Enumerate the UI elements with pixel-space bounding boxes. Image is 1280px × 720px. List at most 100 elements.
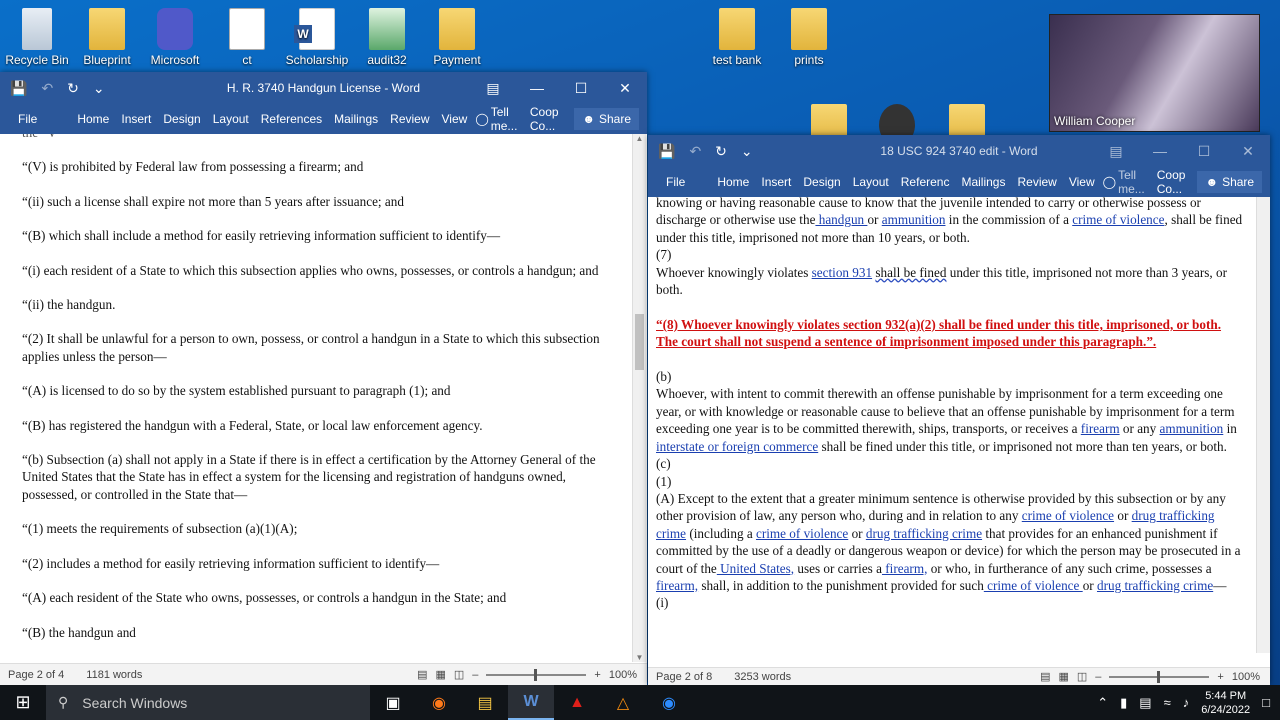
vertical-scrollbar[interactable] (1256, 197, 1270, 653)
redo-icon[interactable]: ↻ (67, 80, 79, 97)
notification-icon[interactable]: □ (1262, 695, 1270, 710)
zoom-level[interactable]: 100% (1232, 671, 1260, 683)
person-icon: ☻ (582, 112, 595, 126)
tab-file[interactable]: File (0, 112, 51, 126)
account-name[interactable]: Coop Co... (524, 105, 568, 133)
vertical-scrollbar[interactable]: ▲ ▼ (632, 134, 646, 662)
vlc-icon[interactable]: △ (600, 685, 646, 720)
desktop-icon[interactable]: Payment (420, 8, 494, 67)
title-bar[interactable]: 💾 ↶ ↻ ⌄ H. R. 3740 Handgun License - Wor… (0, 72, 647, 104)
tab-layout[interactable]: Layout (207, 112, 255, 126)
undo-icon[interactable]: ↶ (689, 143, 701, 160)
zoom-out-icon[interactable]: – (1095, 671, 1101, 683)
page-count[interactable]: Page 2 of 4 (8, 669, 64, 681)
account-name[interactable]: Coop Co... (1151, 168, 1192, 196)
tell-me-input[interactable]: Tell me... (1118, 168, 1151, 196)
tab-references[interactable]: References (255, 112, 328, 126)
search-icon: ⚲ (58, 694, 69, 710)
word-count[interactable]: 3253 words (734, 671, 791, 683)
word-count[interactable]: 1181 words (86, 669, 142, 681)
word-window-18-usc-924[interactable]: 💾 ↶ ↻ ⌄ 18 USC 924 3740 edit - Word ▤ — … (648, 135, 1270, 685)
acrobat-icon[interactable]: ▲ (554, 685, 600, 720)
doc-paragraph: “(1) meets the requirements of subsectio… (22, 521, 298, 537)
read-mode-icon[interactable]: ▤ (1040, 670, 1050, 683)
zoom-in-icon[interactable]: + (594, 669, 600, 681)
firefox-icon[interactable]: ◉ (416, 685, 462, 720)
tab-mailings[interactable]: Mailings (955, 175, 1011, 189)
document-page[interactable]: knowing or having reasonable cause to kn… (656, 197, 1246, 653)
tab-insert[interactable]: Insert (115, 112, 157, 126)
desktop-icon[interactable]: audit32 (350, 8, 424, 67)
chevron-up-icon[interactable]: ⌃ (1097, 695, 1108, 711)
web-layout-icon[interactable]: ◫ (1077, 670, 1087, 683)
zoom-level[interactable]: 100% (609, 669, 637, 681)
redo-icon[interactable]: ↻ (715, 143, 727, 160)
ribbon-display-icon[interactable]: ▤ (1094, 143, 1138, 160)
desktop-icon[interactable]: Scholarship (280, 8, 354, 67)
tab-home[interactable]: Home (71, 112, 115, 126)
zoom-app-icon[interactable]: ◉ (646, 685, 692, 720)
zip-folder-icon (719, 8, 755, 50)
wifi-icon[interactable]: ≈ (1164, 695, 1171, 710)
print-layout-icon[interactable]: ▦ (1058, 670, 1068, 683)
tab-review[interactable]: Review (1011, 175, 1062, 189)
word-window-handgun-license[interactable]: 💾 ↶ ↻ ⌄ H. R. 3740 Handgun License - Wor… (0, 72, 647, 685)
file-explorer-icon[interactable]: ▤ (462, 685, 508, 720)
tab-design[interactable]: Design (157, 112, 206, 126)
share-button[interactable]: ☻ Share (1197, 171, 1263, 193)
clock[interactable]: 5:44 PM 6/24/2022 (1201, 689, 1250, 717)
scroll-down-icon[interactable]: ▼ (633, 653, 646, 662)
scroll-thumb[interactable] (635, 314, 644, 370)
customize-qat-icon[interactable]: ⌄ (93, 80, 105, 97)
tell-me-input[interactable]: Tell me... (491, 105, 524, 133)
maximize-button[interactable]: ☐ (559, 80, 603, 97)
zoom-slider[interactable] (1109, 670, 1210, 683)
tab-mailings[interactable]: Mailings (328, 112, 384, 126)
minimize-button[interactable]: — (1138, 143, 1182, 160)
tab-view[interactable]: View (1063, 175, 1101, 189)
read-mode-icon[interactable]: ▤ (417, 668, 427, 681)
minimize-button[interactable]: — (515, 80, 559, 97)
zoom-slider[interactable] (486, 668, 587, 681)
tab-references[interactable]: Referenc (895, 175, 956, 189)
desktop-icon[interactable]: test bank (700, 8, 774, 67)
desktop-icon[interactable]: Microsoft (138, 8, 212, 67)
desktop-icon[interactable]: Blueprint (70, 8, 144, 67)
desktop-icon[interactable]: prints (772, 8, 846, 67)
desktop-icon[interactable]: ct (210, 8, 284, 67)
print-layout-icon[interactable]: ▦ (435, 668, 445, 681)
ribbon-display-icon[interactable]: ▤ (471, 80, 515, 97)
tab-insert[interactable]: Insert (755, 175, 797, 189)
tab-view[interactable]: View (436, 112, 474, 126)
save-icon[interactable]: 💾 (658, 143, 675, 160)
close-button[interactable]: ✕ (1226, 143, 1270, 160)
tab-home[interactable]: Home (711, 175, 755, 189)
title-bar[interactable]: 💾 ↶ ↻ ⌄ 18 USC 924 3740 edit - Word ▤ — … (648, 135, 1270, 167)
task-view-icon[interactable]: ▣ (370, 685, 416, 720)
folder-icon (89, 8, 125, 50)
web-layout-icon[interactable]: ◫ (454, 668, 464, 681)
undo-icon[interactable]: ↶ (41, 80, 53, 97)
desktop-icon[interactable]: Recycle Bin (0, 8, 74, 67)
zoom-in-icon[interactable]: + (1217, 671, 1223, 683)
tab-file[interactable]: File (648, 175, 699, 189)
battery-icon[interactable]: ▮ (1120, 695, 1127, 711)
desktop-icon-label: ct (242, 53, 252, 67)
tab-design[interactable]: Design (797, 175, 846, 189)
close-button[interactable]: ✕ (603, 80, 647, 97)
save-icon[interactable]: 💾 (10, 80, 27, 97)
share-button[interactable]: ☻ Share (574, 108, 639, 130)
word-taskbar-icon[interactable]: W (508, 685, 554, 720)
customize-qat-icon[interactable]: ⌄ (741, 143, 753, 160)
document-page[interactable]: the “V” “(V) is prohibited by Federal law… (22, 134, 614, 662)
network-icon[interactable]: ▤ (1139, 695, 1151, 711)
windows-start-icon[interactable]: ⊞ (0, 692, 46, 713)
volume-icon[interactable]: ♪ (1183, 695, 1190, 710)
scroll-up-icon[interactable]: ▲ (633, 134, 646, 143)
maximize-button[interactable]: ☐ (1182, 143, 1226, 160)
zoom-out-icon[interactable]: – (472, 669, 478, 681)
page-count[interactable]: Page 2 of 8 (656, 671, 712, 683)
tab-layout[interactable]: Layout (847, 175, 895, 189)
search-box[interactable]: ⚲ Search Windows (46, 685, 370, 720)
tab-review[interactable]: Review (384, 112, 435, 126)
